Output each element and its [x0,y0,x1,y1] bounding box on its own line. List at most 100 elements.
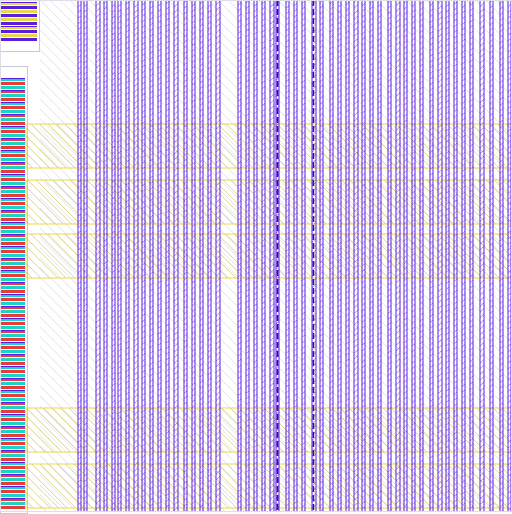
cell-left-rail-36 [1,222,25,223]
metal-rail-2 [95,0,101,512]
metal-rail-8 [141,0,146,512]
cell-left-17 [1,146,25,149]
cell-top-8 [1,34,37,37]
cell-left-rail-72 [1,366,25,367]
metal-rail-39 [411,0,416,512]
metal-rail-13 [183,0,188,512]
cell-left-rail-21 [1,162,25,163]
cell-left-74 [1,374,25,377]
cell-left-107 [1,506,25,509]
cell-left-rail-30 [1,198,25,199]
cell-left-104 [1,494,25,497]
cell-left-rail-27 [1,186,25,187]
metal-rail-34 [369,0,374,512]
cell-left-rail-84 [1,414,25,415]
cell-left-rail-18 [1,150,25,151]
cell-left-rail-75 [1,378,25,379]
cell-left-49 [1,274,25,277]
cell-left-rail-78 [1,390,25,391]
cell-left-29 [1,194,25,197]
cell-left-2 [1,86,25,89]
cell-left-44 [1,254,25,257]
cell-left-94 [1,454,25,457]
cell-left-73 [1,370,25,373]
cell-left-34 [1,214,25,217]
cell-left-59 [1,314,25,317]
cell-left-1 [1,82,25,85]
cell-left-86 [1,422,25,425]
cell-left-20 [1,158,25,161]
cell-left-65 [1,338,25,341]
cell-left-77 [1,386,25,389]
cell-left-76 [1,382,25,385]
cell-left-85 [1,418,25,421]
cell-left-rail-87 [1,426,25,427]
cell-left-52 [1,286,25,289]
metal-rail-31 [345,0,350,512]
metal-rail-40 [419,0,424,512]
metal-rail-49 [499,0,504,512]
cell-left-64 [1,334,25,337]
cell-left-rail-90 [1,438,25,439]
cell-left-61 [1,322,25,325]
cell-top-5 [1,22,37,25]
cell-left-rail-96 [1,462,25,463]
cell-left-rail-54 [1,294,25,295]
cell-left-55 [1,298,25,301]
cell-left-68 [1,350,25,353]
cell-left-92 [1,446,25,449]
metal-rail-10 [157,0,162,512]
metal-rail-0 [77,0,82,512]
cell-left-rail-66 [1,342,25,343]
cell-left-rail-0 [1,78,25,79]
cell-left-4 [1,94,25,97]
cell-left-89 [1,434,25,437]
cell-top-rail-3 [1,14,37,15]
cell-left-rail-39 [1,234,25,235]
metal-rail-41 [429,0,434,512]
cell-left-40 [1,238,25,241]
cell-left-10 [1,118,25,121]
cell-left-16 [1,142,25,145]
cell-left-rail-93 [1,450,25,451]
metal-rail-28 [319,0,324,512]
cell-left-28 [1,190,25,193]
cell-left-rail-48 [1,270,25,271]
cell-top-7 [1,30,37,33]
cell-left-43 [1,250,25,253]
cell-left-19 [1,154,25,157]
metal-rail-12 [173,0,179,512]
cell-left-70 [1,358,25,361]
cell-left-41 [1,242,25,245]
cell-top-rail-0 [1,2,37,3]
cell-left-100 [1,478,25,481]
metal-rail-17 [215,0,221,512]
cell-left-13 [1,130,25,133]
metal-rail-3 [103,0,108,512]
metal-rail-37 [395,0,401,512]
cell-left-7 [1,106,25,109]
metal-rail-16 [207,0,212,512]
cell-left-97 [1,466,25,469]
cell-left-47 [1,266,25,269]
cell-left-79 [1,394,25,397]
cell-left-rail-105 [1,498,25,499]
cell-top-2 [1,10,37,13]
cell-left-rail-69 [1,354,25,355]
metal-rail-48 [489,0,494,512]
metal-rail-6 [125,0,130,512]
cell-left-rail-63 [1,330,25,331]
cell-left-23 [1,170,25,173]
metal-rail-44 [453,0,458,512]
cell-left-103 [1,490,25,493]
metal-rail-20 [253,0,258,512]
metal-rail-15 [199,0,204,512]
metal-rail-22 [269,0,275,512]
metal-rail-26 [301,0,306,512]
metal-rail-50 [507,0,512,512]
cell-left-35 [1,218,25,221]
layout-canvas[interactable] [0,0,512,514]
cell-left-rail-6 [1,102,25,103]
cell-left-58 [1,310,25,313]
cell-left-rail-42 [1,246,25,247]
